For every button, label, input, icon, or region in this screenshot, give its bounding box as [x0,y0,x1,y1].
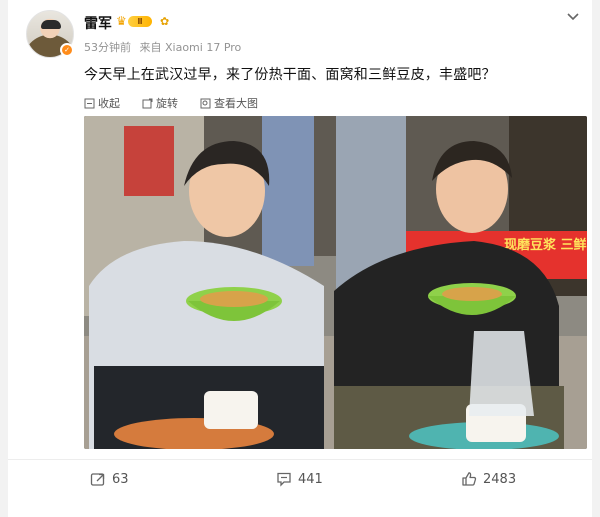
weibo-post-card: ✓ 雷军 ♛ Ⅱ ✿ 53分钟前 来自 Xiaomi 17 Pro 今天早上在武… [8,0,592,517]
comment-icon [277,472,291,487]
collapse-icon [84,98,95,108]
photo-illustration: 现磨豆浆 三鲜豆汤 [84,116,587,449]
verified-badge-icon: ✓ [60,43,74,57]
repost-count: 63 [112,471,129,487]
repost-button[interactable]: 63 [90,471,129,487]
like-button[interactable]: 2483 [461,471,516,487]
post-photo[interactable]: 现磨豆浆 三鲜豆汤 [84,116,587,449]
post-meta: 53分钟前 来自 Xiaomi 17 Pro [84,39,246,55]
vip-badge[interactable]: ♛ Ⅱ [116,14,152,29]
share-icon [90,473,105,486]
avatar-hair-shape [41,20,61,29]
post-footer: 63 441 2483 [8,460,592,500]
rotate-image-button[interactable]: 旋转 [142,95,178,111]
post-source: 来自 Xiaomi 17 Pro [139,41,242,54]
magnify-icon [200,98,211,108]
bystander-left [262,116,314,266]
takeaway-bowl-left [204,391,258,429]
noodles-left [200,291,268,307]
collapse-image-label: 收起 [98,97,120,110]
rotate-image-label: 旋转 [156,97,178,110]
post-text: 今天早上在武汉过早，来了份热干面、面窝和三鲜豆皮，丰盛吧？ [84,67,496,83]
post-time[interactable]: 53分钟前 [84,41,131,54]
view-large-image-label: 查看大图 [214,97,258,110]
vendor-figure [124,126,174,196]
thumbs-up-icon [462,472,477,486]
chevron-down-icon[interactable] [566,12,580,22]
stall-sign-text: 现磨豆浆 三鲜豆汤 [504,237,587,253]
author-name[interactable]: 雷军 [84,13,112,33]
vip-level: Ⅱ [128,16,152,27]
fan-badge-icon[interactable]: ✿ [160,15,173,28]
comment-button[interactable]: 441 [276,471,323,487]
rotate-icon [142,98,153,108]
noodles-right [442,287,502,301]
plastic-bag [469,331,534,416]
like-count: 2483 [483,471,517,487]
view-large-image-button[interactable]: 查看大图 [200,95,258,111]
comment-count: 441 [298,471,323,487]
collapse-image-button[interactable]: 收起 [84,95,120,111]
